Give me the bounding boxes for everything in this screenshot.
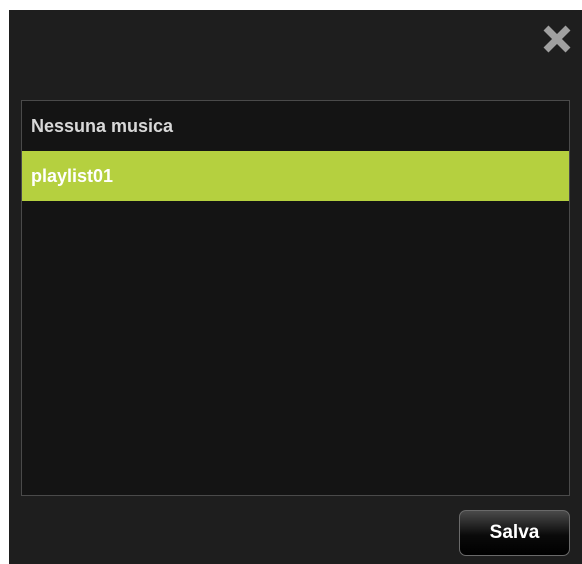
playlist-dialog: Nessuna musica playlist01 Salva bbox=[9, 10, 582, 564]
list-item-label: playlist01 bbox=[31, 166, 114, 186]
close-icon bbox=[543, 25, 571, 53]
list-item-label: Nessuna musica bbox=[31, 116, 174, 136]
list-item-playlist01[interactable]: playlist01 bbox=[22, 151, 569, 201]
save-button[interactable]: Salva bbox=[459, 510, 570, 556]
list-item-nessuna-musica[interactable]: Nessuna musica bbox=[22, 101, 569, 151]
playlist-list[interactable]: Nessuna musica playlist01 bbox=[21, 100, 570, 496]
close-button[interactable] bbox=[540, 22, 574, 56]
